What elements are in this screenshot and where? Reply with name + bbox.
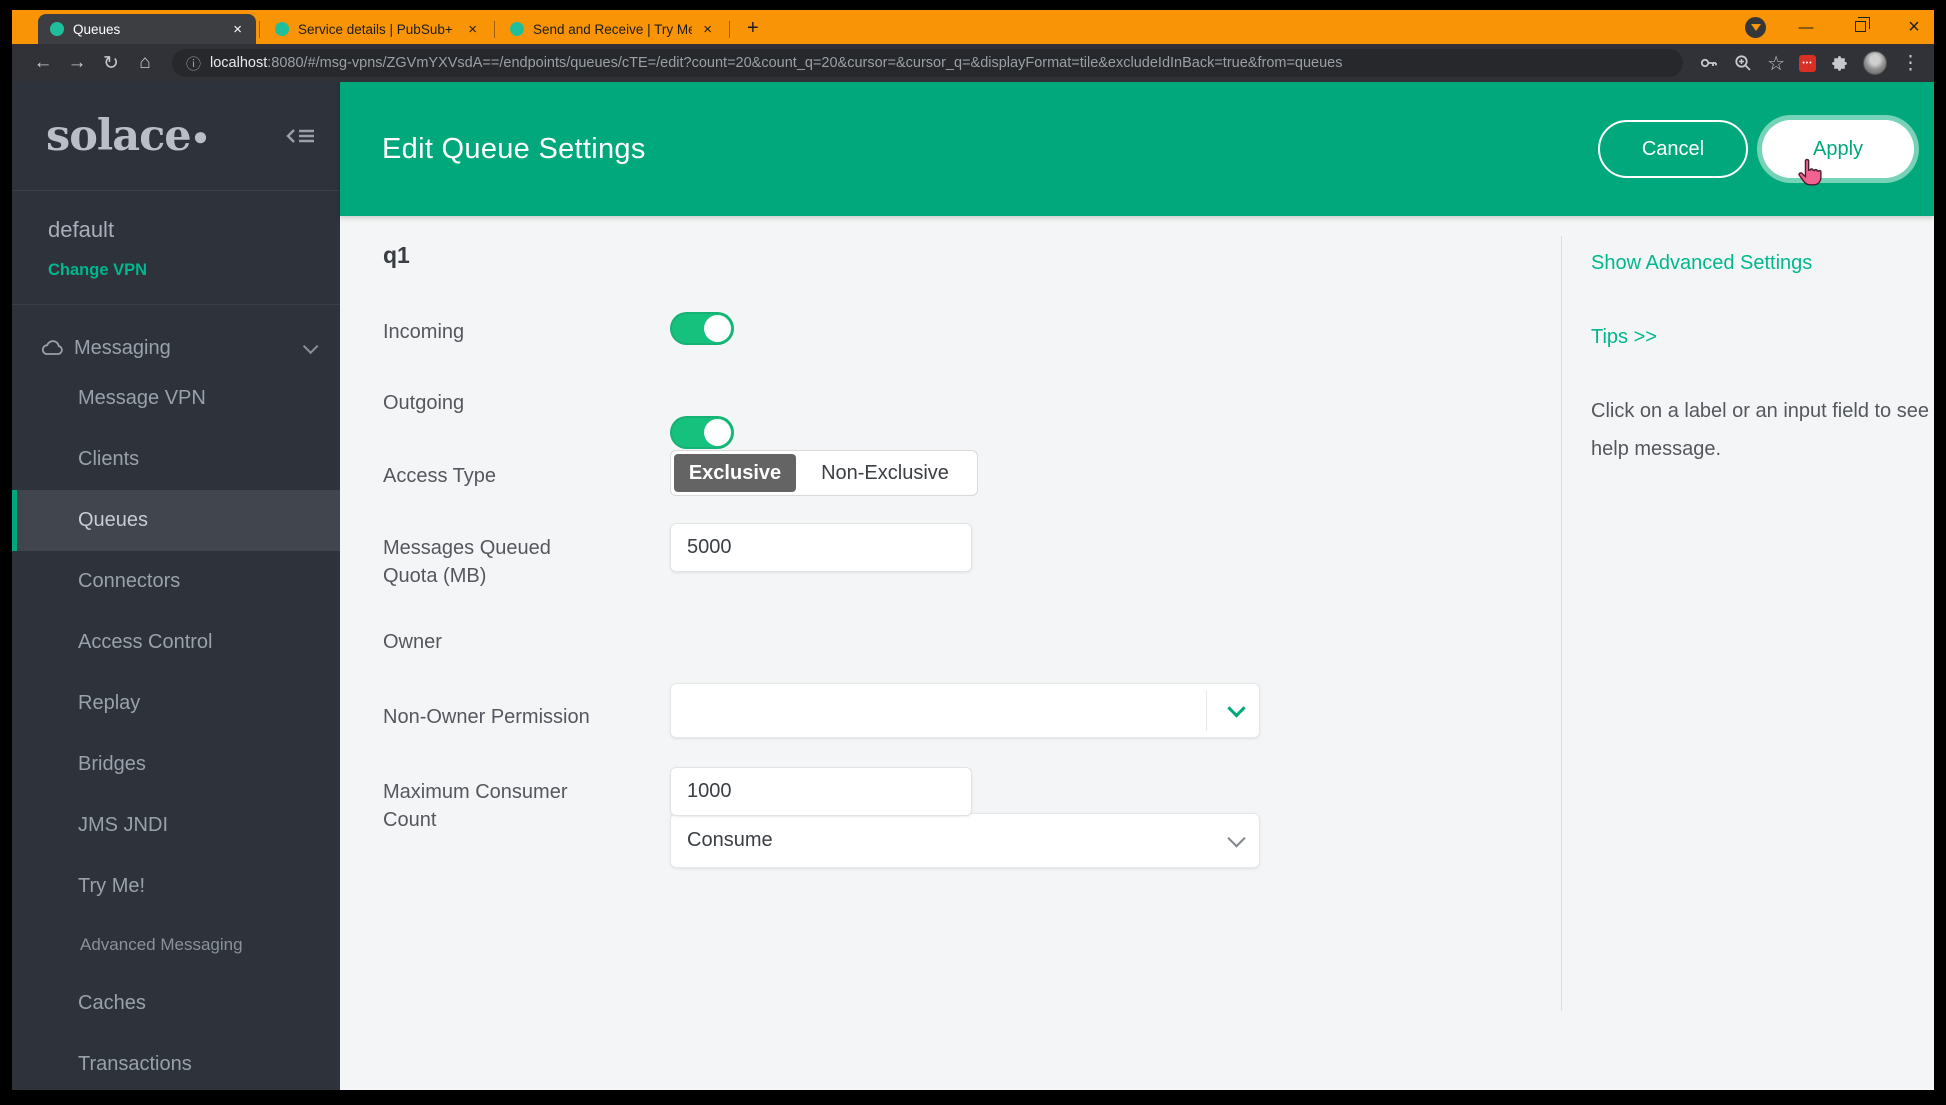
restore-button[interactable] <box>1846 19 1874 36</box>
bookmark-star-icon[interactable]: ☆ <box>1767 51 1785 76</box>
key-icon[interactable] <box>1699 53 1719 73</box>
queue-name: q1 <box>383 242 410 269</box>
chevron-down-icon[interactable] <box>1227 699 1245 717</box>
tab-favicon <box>50 22 64 36</box>
page-info-icon[interactable]: ⓘ <box>186 53 201 74</box>
divider <box>1561 236 1562 1011</box>
sidebar-item-replay[interactable]: Replay <box>12 673 340 734</box>
access-type-segmented-control: Exclusive Non-Exclusive <box>670 450 978 496</box>
minimize-button[interactable]: — <box>1792 19 1820 36</box>
zoom-icon[interactable] <box>1733 53 1753 73</box>
sidebar-item-bridges[interactable]: Bridges <box>12 734 340 795</box>
current-vpn-name: default <box>48 217 340 243</box>
quota-input[interactable] <box>670 523 972 572</box>
access-type-non-exclusive-button[interactable]: Non-Exclusive <box>796 454 974 492</box>
url-path: :8080/#/msg-vpns/ZGVmYXVsdA==/endpoints/… <box>267 55 1342 71</box>
solace-logo-dot: ● <box>193 121 209 152</box>
non-owner-permission-value: Consume <box>687 829 773 852</box>
tab-queues[interactable]: Queues × <box>38 14 256 44</box>
tips-link[interactable]: Tips >> <box>1591 326 1657 349</box>
address-bar[interactable]: ⓘ localhost :8080/#/msg-vpns/ZGVmYXVsdA=… <box>172 49 1683 77</box>
extensions-puzzle-icon[interactable] <box>1830 54 1849 73</box>
password-extension-icon[interactable]: ••• <box>1799 55 1816 72</box>
tab-separator <box>259 21 260 38</box>
cloud-icon <box>40 340 64 356</box>
page-title: Edit Queue Settings <box>382 133 646 166</box>
sidebar-item-queues[interactable]: Queues <box>12 490 340 551</box>
new-tab-button[interactable]: + <box>747 17 759 40</box>
access-type-label[interactable]: Access Type <box>383 462 496 490</box>
tab-favicon <box>510 22 524 36</box>
tab-try-me[interactable]: Send and Receive | Try Me! × <box>498 14 726 44</box>
non-owner-permission-label[interactable]: Non-Owner Permission <box>383 703 590 731</box>
tab-title: Service details | PubSub+ Cloud <box>298 22 457 37</box>
back-icon[interactable]: ← <box>28 52 58 74</box>
chevron-down-icon <box>303 338 319 354</box>
tab-separator <box>494 21 495 38</box>
non-owner-permission-select[interactable]: Consume <box>670 813 1260 868</box>
show-advanced-settings-link[interactable]: Show Advanced Settings <box>1591 252 1812 275</box>
tab-title: Queues <box>73 22 222 37</box>
sidebar-item-message-vpn[interactable]: Message VPN <box>12 368 340 429</box>
sidebar-item-clients[interactable]: Clients <box>12 429 340 490</box>
incoming-toggle[interactable] <box>670 312 734 345</box>
browser-update-icon[interactable] <box>1745 17 1766 38</box>
edit-queue-form: q1 Incoming Outgoing Access Type Exclusi… <box>340 216 1934 1090</box>
tab-close-icon[interactable]: × <box>466 21 479 38</box>
chevron-down-icon <box>1227 829 1245 847</box>
tab-service-details[interactable]: Service details | PubSub+ Cloud × <box>263 14 491 44</box>
tab-separator <box>729 21 730 38</box>
incoming-label[interactable]: Incoming <box>383 318 464 346</box>
home-icon[interactable]: ⌂ <box>130 52 160 74</box>
sidebar-item-connectors[interactable]: Connectors <box>12 551 340 612</box>
profile-avatar[interactable] <box>1863 51 1887 75</box>
outgoing-label[interactable]: Outgoing <box>383 389 464 417</box>
close-button[interactable]: × <box>1900 16 1928 39</box>
url-host: localhost <box>210 55 267 71</box>
browser-window: Queues × Service details | PubSub+ Cloud… <box>12 10 1934 1090</box>
sidebar-item-transactions[interactable]: Transactions <box>12 1034 340 1090</box>
change-vpn-link[interactable]: Change VPN <box>48 261 340 280</box>
sidebar-item-jms-jndi[interactable]: JMS JNDI <box>12 795 340 856</box>
mouse-cursor-hand-icon <box>1795 158 1822 188</box>
sidebar-section-messaging[interactable]: Messaging <box>12 328 340 368</box>
sidebar-item-caches[interactable]: Caches <box>12 973 340 1034</box>
tab-close-icon[interactable]: × <box>701 21 714 38</box>
sidebar-collapse-icon[interactable] <box>286 126 316 146</box>
tab-favicon <box>275 22 289 36</box>
sidebar-item-advanced-messaging[interactable]: Advanced Messaging <box>12 917 340 973</box>
browser-titlebar: Queues × Service details | PubSub+ Cloud… <box>12 10 1934 44</box>
forward-icon[interactable]: → <box>62 52 92 74</box>
apply-button[interactable]: Apply <box>1762 120 1914 178</box>
sidebar-item-access-control[interactable]: Access Control <box>12 612 340 673</box>
owner-label[interactable]: Owner <box>383 628 442 656</box>
divider <box>12 304 340 305</box>
max-consumer-count-input[interactable] <box>670 767 972 816</box>
browser-menu-icon[interactable]: ⋮ <box>1901 52 1920 75</box>
access-type-exclusive-button[interactable]: Exclusive <box>674 454 796 492</box>
toggle-knob <box>704 315 731 342</box>
quota-label[interactable]: Messages Queued Quota (MB) <box>383 534 595 590</box>
reload-icon[interactable]: ↻ <box>96 52 126 75</box>
browser-toolbar: ← → ↻ ⌂ ⓘ localhost :8080/#/msg-vpns/ZGV… <box>12 44 1934 82</box>
max-consumer-count-label[interactable]: Maximum Consumer Count <box>383 778 595 834</box>
toggle-knob <box>704 419 731 446</box>
sidebar-item-try-me[interactable]: Try Me! <box>12 856 340 917</box>
tab-title: Send and Receive | Try Me! <box>533 22 692 37</box>
sidebar-section-label: Messaging <box>74 337 171 360</box>
divider <box>1206 690 1207 731</box>
owner-combobox[interactable] <box>670 683 1260 738</box>
cancel-button[interactable]: Cancel <box>1598 120 1748 178</box>
solace-logo: solace <box>46 111 191 161</box>
help-message: Click on a label or an input field to se… <box>1591 392 1934 468</box>
outgoing-toggle[interactable] <box>670 416 734 449</box>
tab-close-icon[interactable]: × <box>231 21 244 38</box>
sidebar: solace ● default Change VPN Messaging Me… <box>12 82 340 1090</box>
page-header: Edit Queue Settings Cancel Apply <box>340 82 1934 216</box>
